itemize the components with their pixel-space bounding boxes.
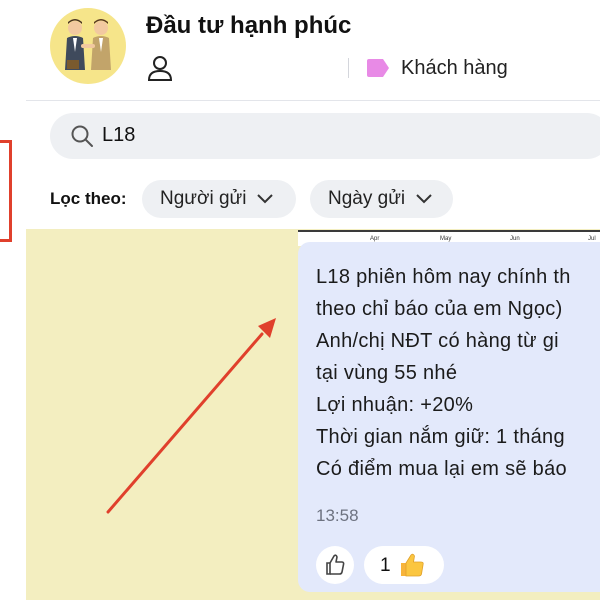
annotation-arrow bbox=[106, 318, 276, 514]
